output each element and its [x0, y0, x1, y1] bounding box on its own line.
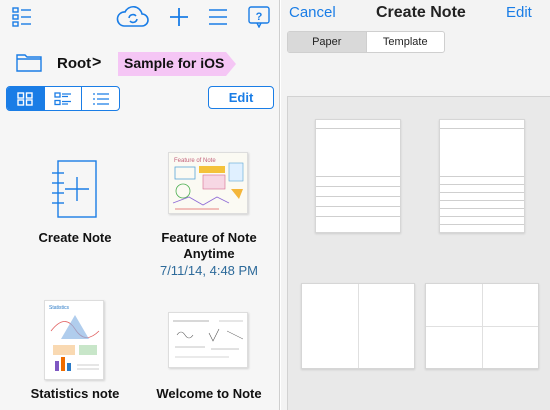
note-title: Statistics note: [30, 386, 120, 401]
note-thumbnail: Feature of Note: [168, 152, 248, 214]
note-tile-feature[interactable]: Feature of Note Feature of Note Anytime …: [150, 150, 268, 280]
breadcrumb-current-folder[interactable]: Sample for iOS: [118, 52, 238, 76]
paper-options-grid: [287, 96, 550, 410]
hamburger-icon[interactable]: [206, 4, 230, 30]
breadcrumb: Root > Sample for iOS: [0, 46, 280, 80]
note-thumbnail: Statistics: [44, 300, 104, 380]
paper-option-two-column[interactable]: [301, 283, 415, 369]
top-toolbar: ?: [0, 0, 280, 36]
view-mode-selector: [6, 86, 120, 111]
detail-list-icon: [54, 91, 71, 105]
svg-text:?: ?: [256, 11, 263, 23]
paper-option-lined[interactable]: [315, 119, 401, 233]
paper-template-tabs: Paper Template: [287, 31, 445, 53]
grid-view-button[interactable]: [7, 87, 45, 110]
detail-list-view-button[interactable]: [45, 87, 83, 110]
cancel-button[interactable]: Cancel: [289, 4, 336, 21]
edit-button[interactable]: Edit: [208, 86, 274, 109]
folder-icon[interactable]: [16, 52, 42, 77]
svg-text:Statistics: Statistics: [49, 305, 70, 311]
note-tile-welcome[interactable]: Welcome to Note: [150, 308, 268, 403]
tab-paper[interactable]: Paper: [288, 32, 367, 52]
list-icon: [92, 92, 109, 105]
breadcrumb-root[interactable]: Root: [57, 55, 91, 72]
breadcrumb-separator: >: [92, 54, 102, 71]
panel-edit-button[interactable]: Edit: [506, 4, 532, 21]
create-note-tile[interactable]: Create Note: [20, 155, 130, 250]
paper-option-narrow-lined[interactable]: [439, 119, 525, 233]
notes-browser-pane: ? Root > Sample for iOS Edit Create Note…: [0, 0, 280, 410]
note-tile-statistics[interactable]: Statistics Statistics note: [20, 296, 130, 401]
note-title: Create Note: [38, 230, 112, 245]
paper-option-quadrant[interactable]: [425, 283, 539, 369]
note-thumbnail: [168, 312, 248, 368]
note-title: Feature of Note Anytime: [161, 230, 257, 261]
list-menu-icon[interactable]: [10, 4, 34, 30]
plus-icon[interactable]: [167, 4, 191, 30]
note-title: Welcome to Note: [156, 386, 262, 401]
help-icon[interactable]: ?: [246, 4, 272, 30]
new-notebook-icon: [50, 159, 100, 224]
list-view-button[interactable]: [82, 87, 119, 110]
svg-text:Feature of Note: Feature of Note: [174, 158, 216, 164]
cloud-sync-icon[interactable]: [115, 4, 151, 30]
panel-title: Create Note: [376, 4, 466, 21]
tab-template[interactable]: Template: [367, 32, 445, 52]
note-date: 7/11/14, 4:48 PM: [159, 263, 259, 278]
create-note-panel: Cancel Create Note Edit Paper Template: [281, 0, 550, 410]
grid-icon: [17, 91, 34, 106]
